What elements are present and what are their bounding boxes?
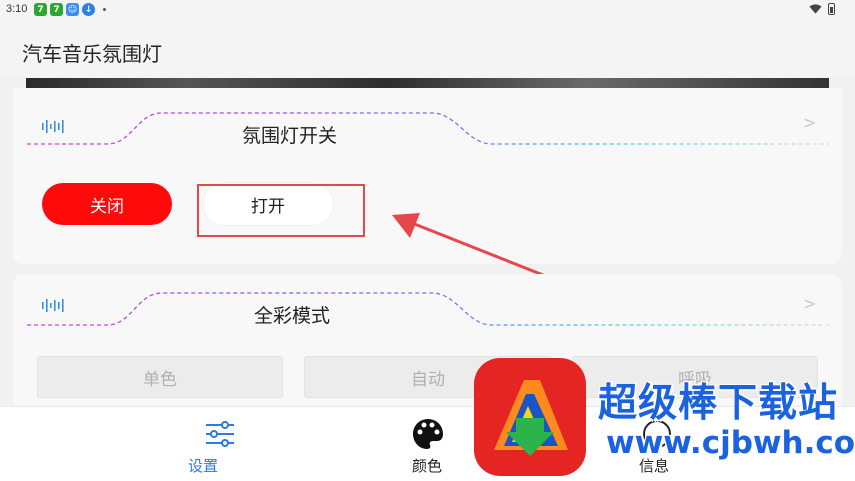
fullcolor-card-title: 全彩模式 [254, 305, 331, 327]
sliders-icon [206, 421, 234, 447]
switch-card-title: 氛围灯开关 [242, 125, 338, 147]
page-title: 汽车音乐氛围灯 [22, 42, 162, 66]
waveform-icon [42, 299, 64, 312]
nav-item-settings-tab[interactable]: 设置 [0, 407, 285, 481]
nav-label-color: 颜色 [411, 457, 442, 475]
green-app-icon: 7 [34, 3, 47, 16]
battery-icon [828, 3, 835, 15]
more-notifications-dot [103, 8, 106, 11]
notification-icons: 7 7 ☺ ↓ [34, 3, 106, 16]
download-icon: ↓ [82, 3, 95, 16]
app-bar: 汽车音乐氛围灯 [0, 20, 855, 78]
status-bar: 3:10 7 7 ☺ ↓ [0, 0, 855, 20]
status-time: 3:10 [6, 3, 28, 15]
close-button[interactable]: 关闭 [42, 183, 172, 225]
watermark-brand: 超级棒下载站 [598, 381, 839, 426]
status-right [809, 3, 835, 15]
annotation-highlight-box [197, 184, 365, 237]
switch-card-header-decoration [27, 112, 829, 145]
mode-single-color-button[interactable]: 单色 [37, 356, 283, 398]
fullcolor-card-chevron-icon[interactable]: > [803, 294, 816, 313]
switch-card-chevron-icon[interactable]: > [803, 113, 816, 132]
nav-label-settings: 设置 [187, 457, 218, 475]
watermark-url: www.cjbwh.com [606, 425, 855, 461]
header-image [26, 78, 829, 88]
blue-app-icon: ☺ [66, 3, 79, 16]
wifi-icon [809, 4, 822, 14]
fullcolor-card-header-decoration [27, 292, 829, 326]
waveform-icon [42, 120, 64, 133]
green-app-icon: 7 [50, 3, 63, 16]
palette-icon [413, 419, 443, 449]
watermark-logo [474, 358, 586, 476]
